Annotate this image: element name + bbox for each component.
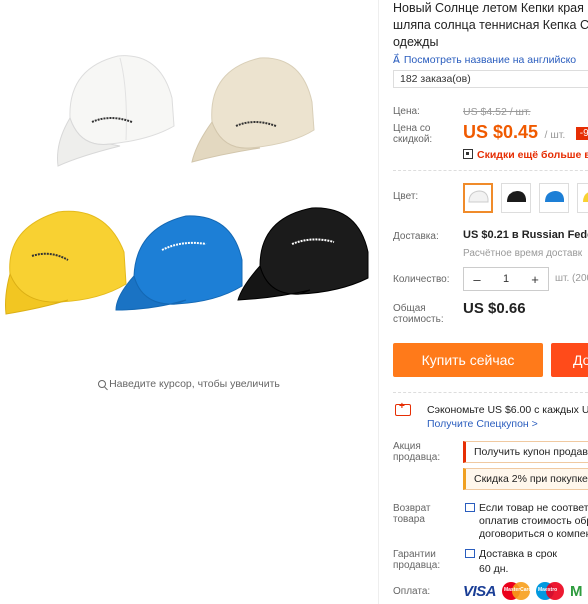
seller-promo-label: Акция продавца: (393, 441, 441, 463)
product-title-line: одежды (393, 35, 439, 49)
return-policy-line: договориться о компен (479, 528, 588, 540)
delivery-guarantee-days: 60 дн. (479, 563, 509, 575)
guarantee-label: Гарантии продавца: (393, 549, 441, 571)
cap-image-white[interactable] (50, 48, 180, 173)
mastercard-logo: MasterCard (502, 582, 532, 600)
divider (393, 170, 588, 171)
payment-logo-m: M (570, 582, 583, 600)
add-to-cart-button[interactable]: До (551, 343, 588, 377)
swatch-white[interactable] (463, 183, 493, 213)
zoom-hint: Наведите курсор, чтобы увеличить (0, 378, 378, 390)
price-label: Цена: (393, 106, 420, 117)
discount-price-label: Цена со скидкой: (393, 123, 433, 145)
discount-badge: -90 (575, 127, 588, 140)
translate-icon: A⃗ (393, 55, 400, 66)
return-policy-line: Если товар не соответс (479, 502, 588, 514)
return-policy-line: оплатив стоимость обр (479, 515, 588, 527)
zoom-hint-text: Наведите курсор, чтобы увеличить (109, 378, 280, 390)
app-discount-link[interactable]: Скидки ещё больше в п (463, 149, 588, 161)
quantity-increase-button[interactable]: + (528, 272, 542, 287)
product-info-panel: Новый Солнце летом Кепки края шляпа солн… (378, 0, 588, 604)
cap-image-blue[interactable] (112, 210, 248, 322)
payment-label: Оплата: (393, 586, 431, 597)
shipping-cost[interactable]: US $0.21 в Russian Federa (463, 229, 588, 241)
translate-link-text[interactable]: Посмотреть название на английско (404, 54, 576, 66)
translate-title-link[interactable]: A⃗ Посмотреть название на английско (393, 54, 576, 66)
swatch-blue[interactable] (539, 183, 569, 213)
seller-discount-promo[interactable]: Скидка 2% при покупке (463, 468, 588, 490)
return-policy-icon (465, 503, 475, 512)
coupon-offer-text: Сэкономьте US $6.00 с каждых US (427, 404, 588, 416)
returns-label: Возврат товара (393, 503, 431, 525)
divider (393, 392, 588, 393)
quantity-stepper: – 1 + (463, 267, 549, 291)
orders-count: 182 заказа(ов) (393, 70, 588, 88)
maestro-logo: Maestro (536, 582, 565, 600)
shipping-label: Доставка: (393, 231, 439, 242)
coupon-icon (395, 401, 411, 416)
price-unit: / шт. (544, 129, 566, 141)
magnifier-icon (98, 380, 107, 388)
qr-code-icon (463, 149, 473, 159)
original-price: US $4.52 / шт. (463, 106, 531, 118)
color-label: Цвет: (393, 191, 419, 202)
color-swatches (463, 183, 588, 213)
product-title-line: шляпа солнца теннисная Кепка С (393, 18, 588, 32)
delivery-guarantee-text: Доставка в срок (479, 548, 558, 560)
get-coupon-link[interactable]: Получите Спецкупон > (427, 418, 538, 430)
product-title-line: Новый Солнце летом Кепки края (393, 1, 584, 15)
quantity-label: Количество: (393, 274, 450, 285)
product-title: Новый Солнце летом Кепки края шляпа солн… (393, 0, 588, 51)
total-label: Общая стоимость: (393, 303, 444, 325)
discount-price: US $0.45 / шт. -90 (463, 122, 588, 143)
return-policy-text: Если товар не соответс оплатив стоимость… (479, 502, 588, 541)
discount-price-amount: US $0.45 (463, 122, 539, 142)
product-gallery[interactable]: Наведите курсор, чтобы увеличить (0, 0, 378, 604)
total-price: US $0.66 (463, 300, 526, 317)
cap-image-yellow[interactable] (2, 204, 130, 322)
quantity-available: шт. (200 (555, 273, 588, 284)
buy-now-button[interactable]: Купить сейчас (393, 343, 543, 377)
quantity-input[interactable]: 1 (503, 273, 509, 285)
delivery-guarantee-icon (465, 549, 475, 558)
swatch-black[interactable] (501, 183, 531, 213)
cap-image-beige[interactable] (188, 50, 320, 175)
seller-coupon-promo[interactable]: Получить купон продав (463, 441, 588, 463)
visa-logo: VISA (463, 582, 497, 600)
shipping-estimate: Расчётное время доставк (463, 248, 583, 259)
app-discount-text[interactable]: Скидки ещё больше в п (477, 149, 588, 161)
quantity-decrease-button[interactable]: – (470, 272, 484, 287)
cap-image-black[interactable] (236, 204, 372, 304)
swatch-yellow[interactable] (577, 183, 588, 213)
payment-methods: VISA MasterCard Maestro M (463, 582, 583, 600)
